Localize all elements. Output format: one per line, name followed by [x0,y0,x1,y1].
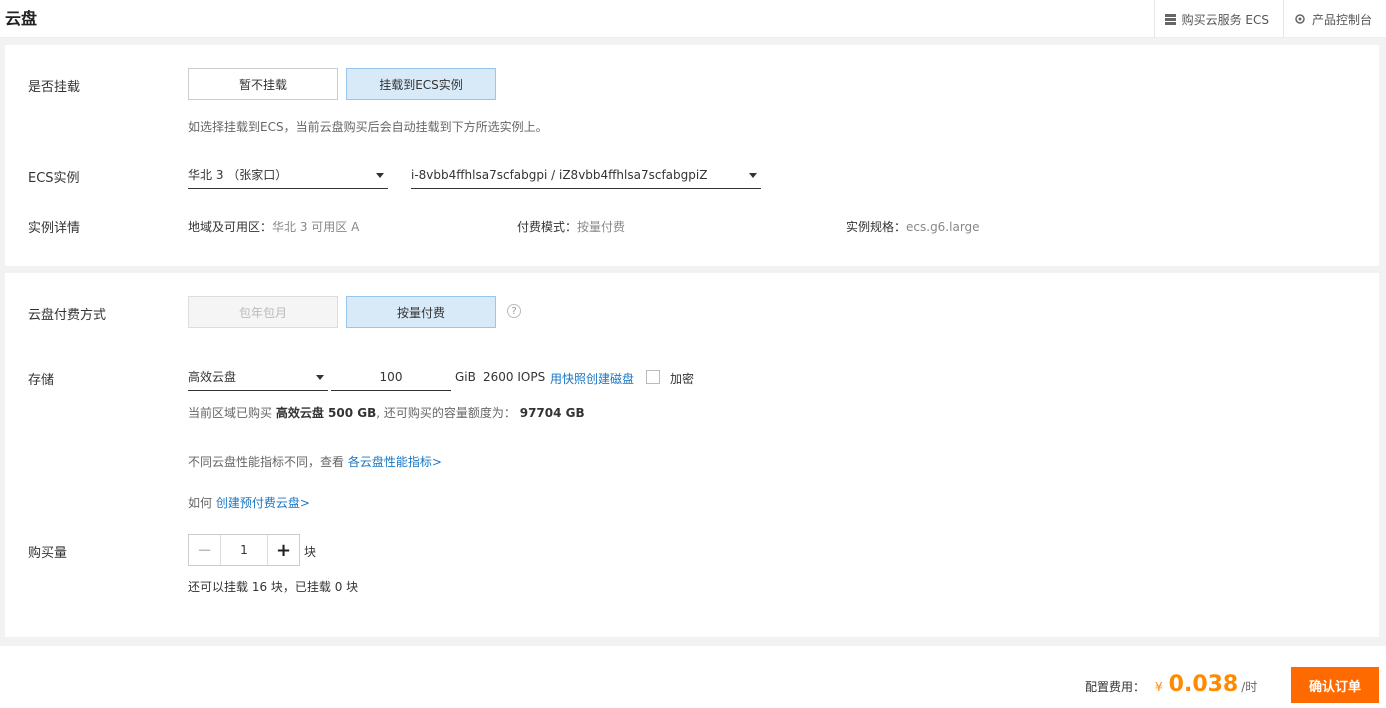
storage-label: 存储 [28,373,55,388]
perf-link[interactable]: 各云盘性能指标> [348,455,442,469]
instance-value: i-8vbb4ffhlsa7scfabgpi / iZ8vbb4ffhlsa7s… [411,167,708,182]
console-link[interactable]: 产品控制台 [1282,0,1386,38]
zone-key: 地域及可用区： [188,220,273,234]
quantity-hint: 还可以挂载 16 块，已挂载 0 块 [188,580,359,594]
chevron-down-icon [316,375,324,380]
console-label: 产品控制台 [1311,12,1372,27]
prepaid-text: 如何 创建预付费云盘> [188,494,310,511]
buy-ecs-label: 购买云服务 ECS [1181,12,1269,27]
spec-key: 实例规格： [846,220,907,234]
gear-icon [1295,14,1305,24]
top-bar: 云盘 购买云服务 ECS 产品控制台 [0,0,1386,38]
billing-key: 付费模式： [517,220,578,234]
details-label: 实例详情 [28,221,81,236]
billing-value: 按量付费 [577,220,626,234]
zone-value: 华北 3 可用区 A [272,220,360,234]
prepaid-prefix: 如何 [188,496,213,510]
pay-as-you-go-button[interactable]: 按量付费 [346,296,496,328]
billing-method-label: 云盘付费方式 [28,308,107,323]
billing-detail: 付费模式：按量付费 [517,218,625,235]
mount-label: 是否挂载 [28,80,81,95]
subscription-button[interactable]: 包年包月 [188,296,338,328]
chevron-down-icon [376,173,384,178]
quota-remaining: 97704 GB [519,406,585,420]
chevron-down-icon [749,173,757,178]
encrypt-checkbox[interactable] [646,370,660,384]
quantity-unit: 块 [304,545,317,559]
cost-label: 配置费用： [1085,680,1146,694]
no-mount-button[interactable]: 暂不挂载 [188,68,338,100]
mount-panel: 是否挂载 暂不挂载 挂载到ECS实例 如选择挂载到ECS，当前云盘购买后会自动挂… [5,45,1379,266]
quantity-decrement-button[interactable]: − [189,535,221,565]
quota-text: 当前区域已购买 高效云盘 500 GB, 还可购买的容量额度为： 97704 G… [188,404,585,421]
page-title: 云盘 [5,9,38,28]
instance-select[interactable]: i-8vbb4ffhlsa7scfabgpi / iZ8vbb4ffhlsa7s… [411,161,761,189]
currency-symbol: ¥ [1155,680,1163,694]
zone-detail: 地域及可用区：华北 3 可用区 A [188,218,359,235]
snapshot-link[interactable]: 用快照创建磁盘 [550,370,634,387]
disk-size-input[interactable]: 100 [331,363,451,391]
quantity-stepper: − 1 + [188,534,300,566]
disk-panel: 云盘付费方式 包年包月 按量付费 ? 存储 高效云盘 100 GiB 2600 … [5,273,1379,637]
encrypt-label: 加密 [670,372,695,386]
quantity-increment-button[interactable]: + [267,535,299,565]
perf-text: 不同云盘性能指标不同，查看 各云盘性能指标> [188,453,442,470]
cost-unit: /时 [1241,680,1258,694]
cost-value: 0.038 [1168,672,1239,697]
quota-bought: 高效云盘 500 GB [275,406,377,420]
quantity-value[interactable]: 1 [221,535,267,565]
disk-type-value: 高效云盘 [188,370,237,384]
spec-value: ecs.g6.large [906,220,980,234]
size-unit: GiB [455,370,476,384]
ecs-label: ECS实例 [28,171,80,186]
region-select[interactable]: 华北 3 （张家口） [188,161,388,189]
iops-text: 2600 IOPS [483,370,546,384]
help-icon[interactable]: ? [507,304,521,318]
mount-ecs-button[interactable]: 挂载到ECS实例 [346,68,496,100]
disk-type-select[interactable]: 高效云盘 [188,363,328,391]
quantity-label: 购买量 [28,546,68,561]
quota-prefix: 当前区域已购买 [188,406,273,420]
top-links: 购买云服务 ECS 产品控制台 [1153,0,1386,38]
perf-prefix: 不同云盘性能指标不同，查看 [188,455,345,469]
spec-detail: 实例规格：ecs.g6.large [846,218,980,235]
confirm-order-button[interactable]: 确认订单 [1291,667,1379,703]
buy-ecs-link[interactable]: 购买云服务 ECS [1153,0,1283,38]
prepaid-link[interactable]: 创建预付费云盘> [216,496,310,510]
mount-hint: 如选择挂载到ECS，当前云盘购买后会自动挂载到下方所选实例上。 [188,120,548,134]
cost-summary: 配置费用： ¥ 0.038 /时 [1085,672,1257,702]
server-icon [1164,13,1176,25]
quota-middle: , 还可购买的容量额度为： [376,406,516,420]
region-value: 华北 3 （张家口） [188,168,288,182]
